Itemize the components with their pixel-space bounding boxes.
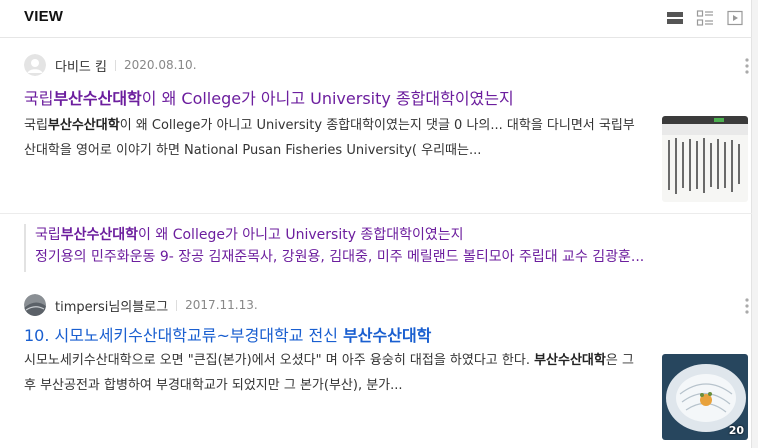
- related-title-link[interactable]: 국립부산수산대학이 왜 College가 아니고 University 종합대학…: [35, 224, 740, 246]
- snippet-text: 시모노세키수산대학으로 오면 "큰집(본가)에서 오셨다" 며 아주 융숭히 대…: [24, 353, 535, 368]
- list-view-icon[interactable]: [666, 9, 684, 27]
- title-text: 국립: [24, 89, 54, 108]
- related-result: 국립부산수산대학이 왜 College가 아니고 University 종합대학…: [24, 224, 740, 272]
- scrollbar-track[interactable]: [752, 0, 758, 448]
- view-header: VIEW: [0, 0, 752, 38]
- related-title-keyword: 부산수산대학: [60, 227, 139, 243]
- author-row: timpersi님의블로그 2017.11.13.: [24, 294, 258, 316]
- result-title-link[interactable]: 10. 시모노세키수산대학교류~부경대학교 전신 부산수산대학: [24, 322, 431, 346]
- more-options-icon[interactable]: [744, 57, 750, 75]
- title-keyword: 부산수산대학: [343, 326, 432, 345]
- snippet-keyword: 부산수산대학: [534, 353, 606, 368]
- author-row: 다비드 킴 2020.08.10.: [24, 54, 197, 76]
- view-mode-toggle: [666, 9, 744, 27]
- title-keyword: 부산수산대학: [53, 89, 142, 108]
- result-snippet: 국립부산수산대학이 왜 College가 아니고 University 종합대학…: [24, 113, 640, 163]
- result-item: 다비드 킴 2020.08.10. 국립부산수산대학이 왜 College가 아…: [0, 38, 752, 214]
- snippet-keyword: 부산수산대학: [47, 118, 120, 133]
- result-title-link[interactable]: 국립부산수산대학이 왜 College가 아니고 University 종합대학…: [24, 85, 514, 109]
- result-thumbnail[interactable]: [662, 116, 748, 202]
- profile-avatar[interactable]: [24, 294, 46, 316]
- title-text: 이 왜 College가 아니고 University 종합대학이였는지: [141, 89, 514, 108]
- result-snippet: 시모노세키수산대학으로 오면 "큰집(본가)에서 오셨다" 며 아주 융숭히 대…: [24, 348, 640, 398]
- post-date: 2017.11.13.: [185, 298, 258, 312]
- compact-list-icon[interactable]: [696, 9, 714, 27]
- snippet-text: 국립: [24, 118, 48, 133]
- more-options-icon[interactable]: [744, 297, 750, 315]
- result-item: timpersi님의블로그 2017.11.13. 10. 시모노세키수산대학교…: [0, 288, 752, 448]
- author-name[interactable]: 다비드 킴: [55, 56, 107, 75]
- divider: [176, 299, 178, 311]
- divider: [114, 59, 116, 71]
- result-thumbnail[interactable]: 20: [662, 354, 748, 440]
- related-title-text: 국립: [35, 227, 61, 243]
- title-text: 10. 시모노세키수산대학교류~부경대학교 전신: [24, 326, 344, 345]
- post-date: 2020.08.10.: [123, 58, 197, 72]
- related-title-text: 이 왜 College가 아니고 University 종합대학이였는지: [138, 227, 464, 243]
- default-avatar-icon[interactable]: [24, 54, 46, 76]
- related-snippet-link[interactable]: 정기용의 민주화운동 9- 장공 김재준목사, 강원용, 김대중, 미주 메릴랜…: [35, 246, 740, 268]
- author-name[interactable]: timpersi님의블로그: [55, 296, 168, 315]
- view-title: VIEW: [24, 8, 64, 25]
- video-view-icon[interactable]: [726, 9, 744, 27]
- image-count-badge: 20: [728, 424, 744, 437]
- search-results-panel: VIEW 다비드 킴 2020.08.10. 국립부산수산대학이 왜 Colle…: [0, 0, 752, 448]
